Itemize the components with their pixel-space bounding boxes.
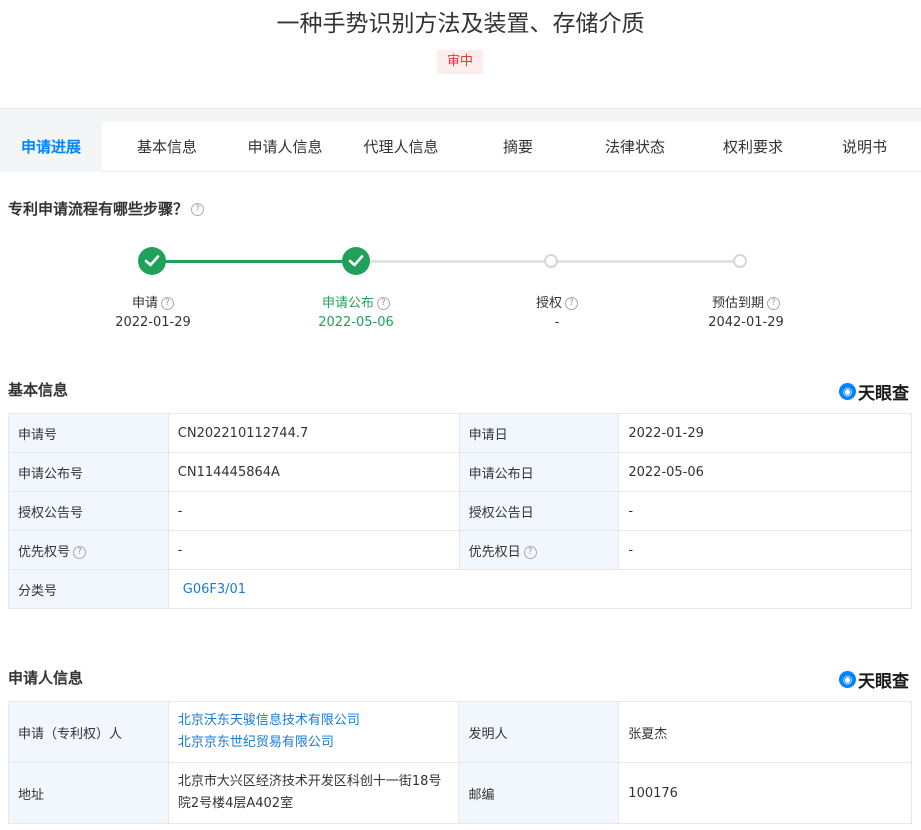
holder-link[interactable]: 北京京东世纪贸易有限公司: [178, 735, 334, 750]
cell-label: 申请号: [8, 413, 169, 453]
table-row: 申请公布号 CN114445864A 申请公布日 2022-05-06: [8, 452, 912, 492]
cell-value: -: [167, 530, 460, 570]
help-icon[interactable]: ?: [377, 297, 390, 310]
tab-description[interactable]: 说明书: [808, 122, 921, 172]
cell-label: 申请（专利权）人: [8, 701, 169, 763]
divider-band: [0, 108, 921, 122]
tab-bar: 申请进展 基本信息 申请人信息 代理人信息 摘要 法律状态 权利要求 说明书: [0, 122, 921, 172]
step-date: -: [554, 315, 560, 330]
timeline-segment-done: [152, 260, 356, 263]
brand-logo[interactable]: ◉ 天眼查: [839, 379, 909, 404]
step-label: 预估到期?: [686, 292, 806, 311]
help-icon[interactable]: ?: [161, 297, 174, 310]
cell-value: CN202210112744.7: [167, 413, 460, 453]
step-label: 申请公布?: [296, 292, 416, 311]
cell-value: -: [618, 530, 912, 570]
step-label: 授权?: [497, 292, 617, 311]
tab-legal-status[interactable]: 法律状态: [572, 122, 698, 172]
tab-progress[interactable]: 申请进展: [0, 122, 102, 172]
table-row: 授权公告号 - 授权公告日 -: [8, 491, 912, 531]
help-icon[interactable]: ?: [523, 545, 537, 559]
table-row: 申请号 CN202210112744.7 申请日 2022-01-29: [8, 413, 912, 453]
table-row: 地址 北京市大兴区经济技术开发区科创十一街18号院2号楼4层A402室 邮编 1…: [8, 762, 912, 824]
cell-value: 北京市大兴区经济技术开发区科创十一街18号院2号楼4层A402室: [167, 762, 460, 824]
page-title: 一种手势识别方法及装置、存储介质: [276, 11, 645, 37]
help-icon[interactable]: ?: [73, 545, 87, 559]
cell-value: -: [167, 491, 460, 531]
basic-info-table: 申请号 CN202210112744.7 申请日 2022-01-29 申请公布…: [8, 413, 913, 609]
cell-label: 申请公布号: [8, 452, 169, 492]
basic-info-heading: 基本信息: [8, 381, 69, 399]
cell-label: 优先权日?: [458, 530, 620, 570]
tab-applicant-info[interactable]: 申请人信息: [232, 122, 338, 172]
cell-value: 100176: [618, 762, 912, 824]
brand-logo[interactable]: ◉ 天眼查: [839, 667, 909, 692]
applicant-info-table: 申请（专利权）人 北京沃东天骏信息技术有限公司 北京京东世纪贸易有限公司 发明人…: [8, 701, 912, 824]
cell-label: 地址: [8, 762, 169, 824]
progress-heading-text: 专利申请流程有哪些步骤？: [8, 200, 189, 218]
cell-value: 张夏杰: [618, 701, 912, 763]
progress-heading: 专利申请流程有哪些步骤？?: [8, 198, 205, 219]
cell-value: 2022-05-06: [618, 452, 912, 492]
tab-abstract[interactable]: 摘要: [464, 122, 572, 172]
status-badge: 审中: [437, 50, 484, 74]
tab-claims[interactable]: 权利要求: [698, 122, 808, 172]
cell-value: 2022-01-29: [618, 413, 912, 453]
eye-icon: ◉: [839, 383, 856, 400]
cell-value: -: [618, 491, 912, 531]
applicant-info-heading: 申请人信息: [8, 669, 84, 687]
cell-label: 授权公告号: [8, 491, 169, 531]
step-pending-icon: [544, 254, 558, 268]
help-icon[interactable]: ?: [565, 297, 578, 310]
cell-label: 申请日: [458, 413, 620, 453]
help-icon[interactable]: ?: [191, 203, 205, 216]
step-date: 2022-01-29: [115, 315, 191, 330]
step-date: 2022-05-06: [318, 315, 394, 330]
cell-label: 分类号: [8, 569, 169, 609]
tab-basic-info[interactable]: 基本信息: [102, 122, 232, 172]
classification-link[interactable]: G06F3/01: [183, 582, 246, 597]
tab-agent-info[interactable]: 代理人信息: [338, 122, 464, 172]
step-done-icon: [138, 247, 166, 275]
table-row: 申请（专利权）人 北京沃东天骏信息技术有限公司 北京京东世纪贸易有限公司 发明人…: [8, 701, 912, 763]
step-pending-icon: [733, 254, 747, 268]
cell-label: 申请公布日: [458, 452, 620, 492]
cell-label: 优先权号?: [8, 530, 169, 570]
table-row: 优先权号? - 优先权日? -: [8, 530, 912, 570]
eye-icon: ◉: [839, 671, 856, 688]
cell-value: CN114445864A: [167, 452, 460, 492]
step-done-icon: [342, 247, 370, 275]
cell-value: 北京沃东天骏信息技术有限公司 北京京东世纪贸易有限公司: [167, 701, 460, 763]
cell-value: G06F3/01: [167, 569, 913, 609]
help-icon[interactable]: ?: [767, 297, 780, 310]
holder-link[interactable]: 北京沃东天骏信息技术有限公司: [178, 713, 360, 728]
cell-label: 授权公告日: [458, 491, 620, 531]
cell-label: 发明人: [458, 701, 620, 763]
table-row: 分类号 G06F3/01: [8, 569, 913, 609]
step-label: 申请?: [93, 292, 213, 311]
step-date: 2042-01-29: [708, 315, 784, 330]
cell-label: 邮编: [458, 762, 620, 824]
